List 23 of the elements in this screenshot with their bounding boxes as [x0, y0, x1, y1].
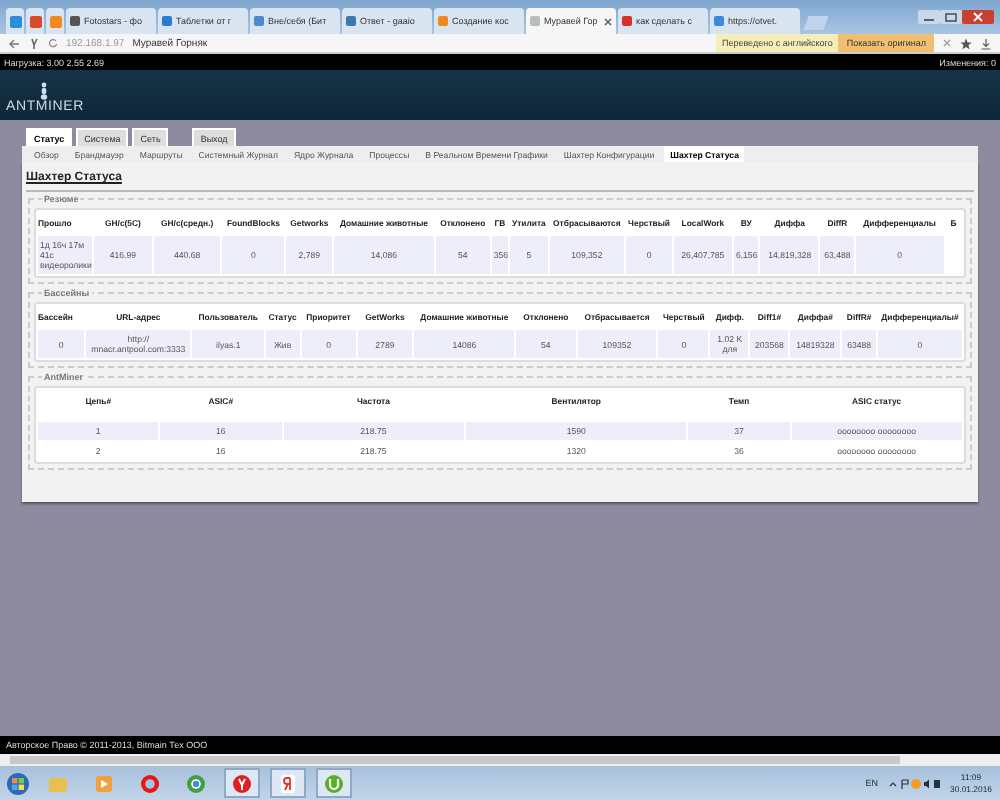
window-controls-icon[interactable]	[918, 10, 994, 26]
app-icon	[232, 773, 252, 793]
horizontal-scrollbar[interactable]	[0, 754, 1000, 766]
pinned-tab[interactable]	[6, 8, 24, 34]
download-icon[interactable]	[980, 37, 992, 49]
back-icon[interactable]	[8, 37, 20, 49]
app-icon	[186, 773, 206, 793]
app-icon	[140, 773, 160, 793]
app-icon	[324, 773, 344, 793]
reload-icon[interactable]	[48, 38, 58, 48]
play-icon	[94, 773, 114, 793]
pinned-tab[interactable]	[26, 8, 44, 34]
start-button-icon[interactable]	[6, 771, 30, 795]
folder-icon	[48, 773, 68, 793]
taskbar-app[interactable]	[224, 768, 260, 798]
taskbar-app[interactable]	[316, 768, 352, 798]
tray-icons-drawing[interactable]	[888, 777, 941, 789]
star-icon[interactable]	[960, 37, 972, 49]
app-icon	[278, 773, 298, 793]
close-icon[interactable]	[604, 17, 612, 25]
ant-icon	[38, 82, 50, 100]
taskbar-app[interactable]	[270, 768, 306, 798]
yandex-icon[interactable]	[28, 37, 40, 49]
